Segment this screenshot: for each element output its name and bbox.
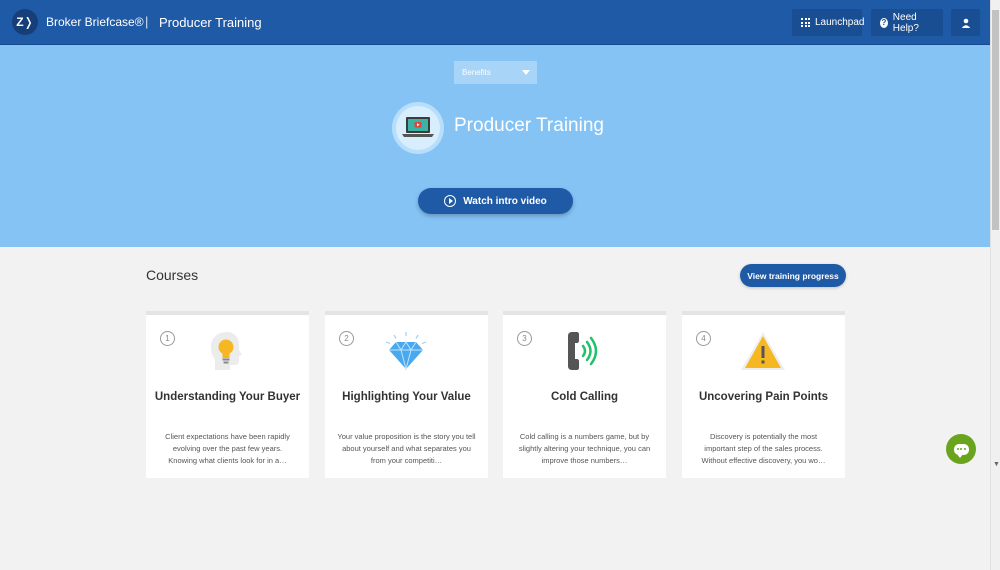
need-help-button[interactable]: ? Need Help? (871, 9, 943, 36)
watch-intro-video-label: Watch intro video (463, 195, 547, 207)
course-card-uncovering-pain-points[interactable]: 4 Uncovering Pain Points Discovery is po… (682, 311, 845, 478)
warning-icon (739, 327, 787, 375)
play-icon (444, 195, 457, 207)
courses-heading: Courses (146, 267, 199, 283)
hero-title: Producer Training (454, 115, 604, 136)
course-card-cold-calling[interactable]: 3 Cold Calling Cold calling is a numbers… (503, 311, 666, 478)
course-description: Your value proposition is the story you … (337, 432, 476, 465)
lightbulb-head-icon (203, 327, 251, 375)
chat-bubble-icon (953, 443, 969, 458)
course-description: Discovery is potentially the most import… (701, 432, 826, 465)
title-separator: | (145, 14, 149, 29)
category-dropdown[interactable]: Benefits (454, 61, 537, 84)
vertical-scrollbar[interactable]: ▼ (990, 0, 1000, 570)
launchpad-label: Launchpad (815, 17, 865, 28)
course-number: 1 (160, 331, 175, 346)
scroll-down-icon[interactable]: ▼ (993, 461, 1000, 468)
help-icon: ? (880, 17, 888, 28)
course-number: 4 (696, 331, 711, 346)
course-card-understanding-your-buyer[interactable]: 1 Understanding Your Buyer Client expect… (146, 311, 309, 478)
user-menu-button[interactable] (951, 9, 980, 36)
grid-icon (801, 18, 810, 27)
chevron-down-icon (522, 70, 530, 75)
course-title: Cold Calling (550, 391, 619, 403)
course-title: Highlighting Your Value (342, 391, 471, 403)
app-title: Producer Training (159, 15, 262, 30)
diamond-icon (382, 327, 430, 375)
view-training-progress-button[interactable]: View training progress (740, 264, 846, 287)
phone-ringing-icon (560, 327, 608, 375)
zywave-logo[interactable]: Z❭ (12, 9, 38, 35)
brand-name[interactable]: Broker Briefcase® (46, 15, 144, 29)
launchpad-button[interactable]: Launchpad (792, 9, 865, 36)
course-card-highlighting-your-value[interactable]: 2 Highlighting Your Value Your value pro… (325, 311, 488, 478)
user-icon (961, 18, 970, 28)
course-description: Client expectations have been rapidly ev… (165, 432, 290, 465)
course-title: Understanding Your Buyer (154, 391, 301, 403)
top-navigation-bar: Z❭ Broker Briefcase® | Producer Training… (0, 0, 990, 45)
course-number: 2 (339, 331, 354, 346)
hero-banner: Benefits Producer Training Watch intro v… (0, 45, 990, 247)
course-number: 3 (517, 331, 532, 346)
course-description: Cold calling is a numbers game, but by s… (518, 432, 651, 465)
category-dropdown-value: Benefits (462, 68, 491, 77)
laptop-video-icon (392, 102, 444, 154)
need-help-label: Need Help? (892, 11, 919, 34)
course-title: Uncovering Pain Points (698, 391, 829, 403)
scrollbar-thumb[interactable] (992, 10, 999, 230)
chat-button[interactable] (946, 434, 976, 464)
watch-intro-video-button[interactable]: Watch intro video (418, 188, 573, 214)
